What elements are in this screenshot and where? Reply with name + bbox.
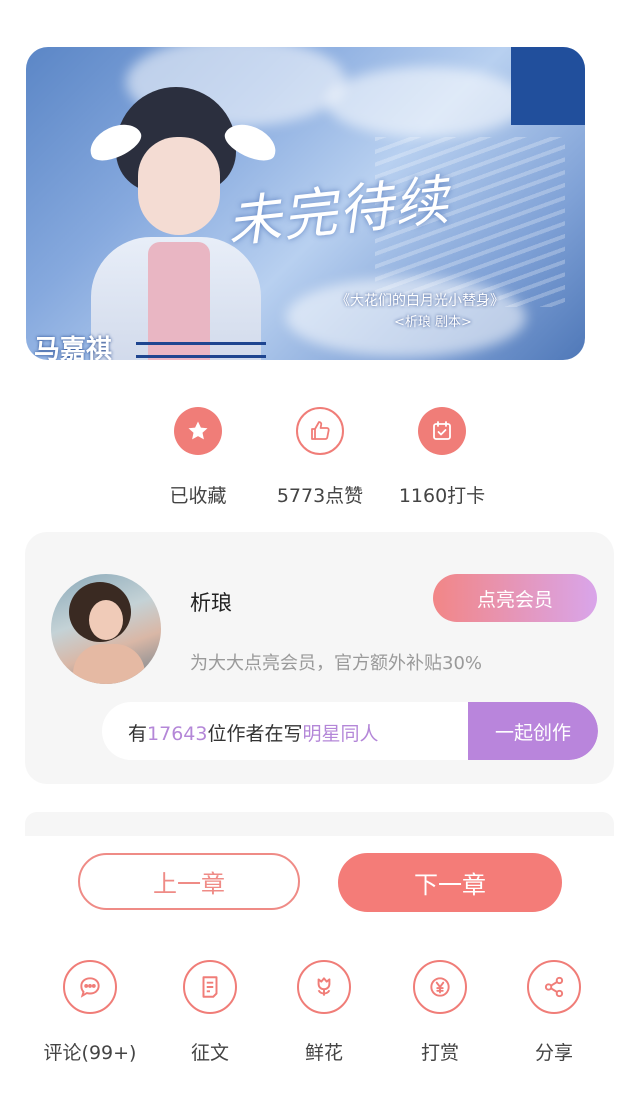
contest-icon xyxy=(183,960,237,1014)
topic-link[interactable]: 明星同人 xyxy=(302,723,378,745)
flower-button[interactable]: 鲜花 xyxy=(266,960,382,1065)
reward-button[interactable]: 打赏 xyxy=(382,960,498,1065)
flower-icon xyxy=(297,960,351,1014)
banner-corner xyxy=(511,47,585,125)
author-name[interactable]: 析琅 xyxy=(190,587,232,617)
favorite-label: 已收藏 xyxy=(169,485,227,507)
like-count-label: 5773点赞 xyxy=(276,485,364,507)
comment-label: 评论(99+) xyxy=(43,1042,137,1064)
reward-label: 打赏 xyxy=(420,1042,459,1064)
reward-icon xyxy=(413,960,467,1014)
star-icon xyxy=(174,407,222,455)
create-together-button[interactable]: 一起创作 xyxy=(468,702,598,760)
checkin-stat[interactable]: 1160打卡 xyxy=(382,407,502,508)
vip-description: 为大大点亮会员，官方额外补贴30% xyxy=(190,653,483,674)
next-chapter-button[interactable]: 下一章 xyxy=(338,853,562,912)
prev-chapter-button[interactable]: 上一章 xyxy=(78,853,300,910)
calendar-check-icon xyxy=(418,407,466,455)
thumbs-up-icon xyxy=(296,407,344,455)
story-banner[interactable]: 未完待续 《大花们的白月光小替身》 <析琅 剧本> 马嘉祺 xyxy=(26,47,585,360)
checkin-count-label: 1160打卡 xyxy=(398,485,486,507)
write-prompt-text: 有17643位作者在写明星同人 xyxy=(128,723,379,745)
contest-label: 征文 xyxy=(190,1042,229,1064)
comment-button[interactable]: 评论(99+) xyxy=(32,960,148,1065)
share-label: 分享 xyxy=(534,1042,573,1064)
vip-button[interactable]: 点亮会员 xyxy=(433,574,597,622)
favorite-stat[interactable]: 已收藏 xyxy=(138,407,258,508)
banner-author-line: <析琅 剧本> xyxy=(394,315,472,330)
write-prompt-bar: 有17643位作者在写明星同人 一起创作 xyxy=(102,702,598,760)
banner-star-name: 马嘉祺 xyxy=(34,335,113,360)
like-stat[interactable]: 5773点赞 xyxy=(260,407,380,508)
banner-subtitle: 《大花们的白月光小替身》 xyxy=(336,293,504,309)
share-icon xyxy=(527,960,581,1014)
flower-label: 鲜花 xyxy=(304,1042,343,1064)
comment-icon xyxy=(63,960,117,1014)
share-button[interactable]: 分享 xyxy=(496,960,612,1065)
avatar[interactable] xyxy=(51,574,161,684)
contest-button[interactable]: 征文 xyxy=(152,960,268,1065)
section-divider xyxy=(25,812,614,836)
author-card: 析琅 点亮会员 为大大点亮会员，官方额外补贴30% 有17643位作者在写明星同… xyxy=(25,532,614,784)
author-count: 17643 xyxy=(147,723,208,745)
